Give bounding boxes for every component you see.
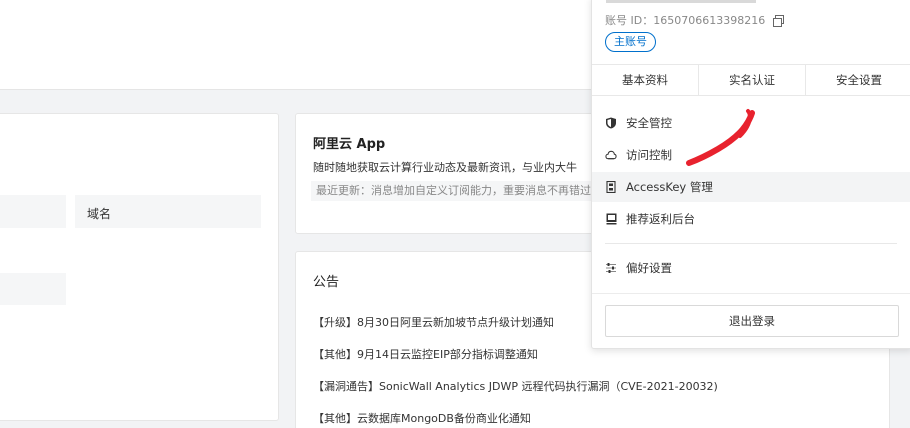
menu-item-label: AccessKey 管理	[626, 180, 713, 194]
tab-security-settings[interactable]: 安全设置	[806, 65, 910, 95]
notice-item[interactable]: 【其他】9月14日云监控EIP部分指标调整通知	[313, 347, 718, 379]
app-update-note: 最近更新：消息增加自定义订阅能力，重要消息不再错过	[311, 181, 601, 201]
menu-item-preferences[interactable]: 偏好设置	[592, 253, 910, 283]
overview-card	[0, 113, 279, 421]
menu-item-label: 偏好设置	[626, 261, 672, 275]
menu-item-referral[interactable]: 推荐返利后台	[592, 204, 910, 234]
account-type-badge: 主账号	[605, 32, 656, 52]
shield-icon	[605, 117, 617, 129]
notice-item[interactable]: 【其他】云数据库MongoDB备份商业化通知	[313, 411, 718, 428]
menu-divider	[605, 243, 897, 244]
sliders-icon	[605, 262, 617, 274]
overview-cell	[0, 195, 66, 228]
copy-icon[interactable]	[773, 15, 785, 27]
notice-item[interactable]: 【漏洞通告】SonicWall Analytics JDWP 远程代码执行漏洞（…	[313, 379, 718, 411]
account-dropdown: 账号 ID：1650706613398216 主账号 基本资料 实名认证 安全设…	[591, 0, 910, 349]
notice-title: 公告	[313, 275, 340, 290]
menu-divider	[592, 293, 910, 294]
menu-item-label: 安全管控	[626, 116, 672, 130]
menu-item-label: 推荐返利后台	[626, 212, 695, 226]
menu-item-security-control[interactable]: 安全管控	[592, 108, 910, 138]
account-id-row: 账号 ID：1650706613398216	[605, 12, 785, 28]
tab-verification[interactable]: 实名认证	[699, 65, 806, 95]
tab-basic-info[interactable]: 基本资料	[592, 65, 699, 95]
app-card-title[interactable]: 阿里云 App	[313, 133, 385, 152]
account-id: 账号 ID：1650706613398216	[605, 14, 766, 27]
overview-cell	[0, 273, 66, 305]
menu-item-accesskey[interactable]: AccessKey 管理	[592, 172, 910, 202]
menu-item-label: 访问控制	[626, 148, 672, 162]
account-tabs: 基本资料 实名认证 安全设置	[592, 64, 910, 96]
book-icon	[605, 213, 617, 225]
app-card-description: 随时随地获取云计算行业动态及最新资讯，与业内大牛	[313, 161, 577, 174]
logout-button[interactable]: 退出登录	[605, 305, 899, 337]
username-redacted	[606, 0, 756, 3]
menu-item-access-control[interactable]: 访问控制	[592, 140, 910, 170]
key-icon	[605, 181, 617, 193]
domain-label: 域名	[87, 207, 112, 221]
cloud-icon	[605, 149, 617, 161]
